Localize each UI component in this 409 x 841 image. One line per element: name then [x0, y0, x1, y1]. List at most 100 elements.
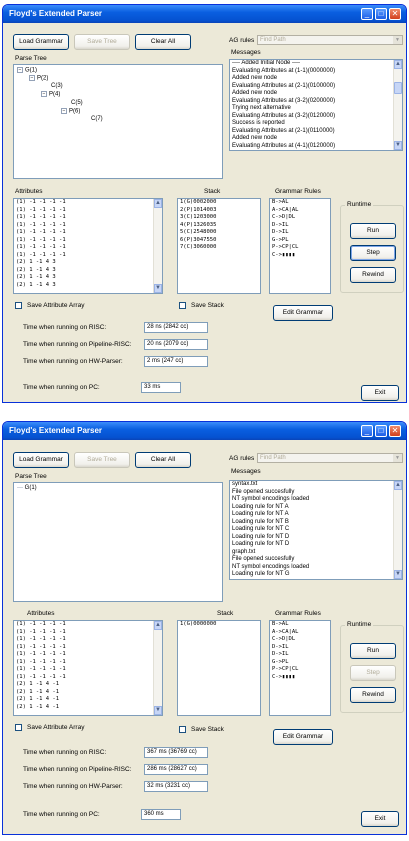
- grammar-rule: D->IL: [272, 229, 289, 235]
- scroll-up-icon[interactable]: ▲: [154, 621, 162, 630]
- messages-label: Messages: [231, 468, 261, 475]
- messages-list[interactable]: syntax.txt File opened succesfully NT sy…: [229, 480, 403, 580]
- scroll-up-icon[interactable]: ▲: [394, 481, 402, 490]
- maximize-icon[interactable]: □: [375, 425, 387, 437]
- collapse-icon[interactable]: −: [17, 67, 23, 73]
- tree-node[interactable]: C(7): [91, 116, 103, 122]
- collapse-icon[interactable]: −: [41, 91, 47, 97]
- attribute-row: (2) 1 -1 4 -1: [16, 703, 60, 710]
- run-button[interactable]: Run: [350, 643, 396, 659]
- attributes-list[interactable]: (1) -1 -1 -1 -1 (1) -1 -1 -1 -1 (1) -1 -…: [13, 620, 163, 716]
- scroll-down-icon[interactable]: ▼: [394, 570, 402, 579]
- tree-node[interactable]: − P(6): [61, 108, 80, 115]
- attributes-scrollbar[interactable]: ▲ ▼: [153, 621, 162, 715]
- clear-all-button[interactable]: Clear All: [135, 34, 191, 50]
- attributes-scrollbar[interactable]: ▲ ▼: [153, 199, 162, 293]
- save-stack-checkbox[interactable]: [179, 726, 186, 733]
- close-icon[interactable]: ✕: [389, 425, 401, 437]
- save-attribute-array-checkbox[interactable]: [15, 724, 22, 731]
- pipeline-time-label: Time when running on Pipeline-RISC:: [23, 341, 132, 348]
- grammar-rule: D->IL: [272, 643, 289, 650]
- message-line: ---- Added Initial Node ----: [232, 60, 301, 66]
- parse-tree-view[interactable]: — G(1): [13, 482, 223, 602]
- parse-tree-view[interactable]: − G(1) − P(2) C(3) − P(4) C(5) − P(6) C(7): [13, 64, 223, 179]
- attribute-row: (1) -1 -1 -1 -1: [16, 628, 66, 635]
- minimize-icon[interactable]: _: [361, 425, 373, 437]
- grammar-rules-list[interactable]: B->AL A->CA|AL C->D|DL D->IL D->IL G->PL…: [269, 198, 331, 294]
- parser-window-1: Floyd's Extended Parser _ □ ✕ Load Gramm…: [2, 4, 407, 403]
- attribute-row: (1) -1 -1 -1 -1: [16, 244, 66, 250]
- tree-node[interactable]: C(3): [51, 83, 63, 89]
- stack-list[interactable]: 1(G)0002000 2(P)1014003 3(C)1203000 4(P)…: [177, 198, 261, 294]
- grammar-rule: P->CP|CL: [272, 244, 299, 250]
- message-line: Loading rule for NT G: [232, 571, 290, 577]
- message-line: Loading rule for NT D: [232, 541, 290, 547]
- collapse-icon[interactable]: −: [61, 108, 67, 114]
- grammar-rule: G->PL: [272, 236, 289, 243]
- grammar-rule: C->D|DL: [272, 214, 296, 220]
- rewind-button[interactable]: Rewind: [350, 267, 396, 283]
- scroll-down-icon[interactable]: ▼: [154, 284, 162, 293]
- exit-button[interactable]: Exit: [361, 811, 399, 827]
- ag-rules-select[interactable]: Find Path ▼: [257, 35, 403, 45]
- maximize-icon[interactable]: □: [375, 8, 387, 20]
- scroll-down-icon[interactable]: ▼: [394, 141, 402, 150]
- attribute-row: (1) -1 -1 -1 -1: [16, 636, 66, 642]
- messages-list[interactable]: ---- Added Initial Node ---- Evaluating …: [229, 59, 403, 151]
- save-tree-button[interactable]: Save Tree: [74, 34, 130, 50]
- scroll-thumb[interactable]: [394, 82, 402, 94]
- attributes-list[interactable]: (1) -1 -1 -1 -1 (1) -1 -1 -1 -1 (1) -1 -…: [13, 198, 163, 294]
- message-line: Added new node: [232, 75, 278, 81]
- messages-scrollbar[interactable]: ▲ ▼: [393, 60, 402, 150]
- scroll-down-icon[interactable]: ▼: [154, 706, 162, 715]
- chevron-down-icon[interactable]: ▼: [393, 454, 402, 462]
- messages-scrollbar[interactable]: ▲ ▼: [393, 481, 402, 579]
- stack-list[interactable]: 1(G)0000000: [177, 620, 261, 716]
- save-attribute-array-checkbox[interactable]: [15, 302, 22, 309]
- ag-rules-value: Find Path: [260, 455, 286, 461]
- scroll-up-icon[interactable]: ▲: [154, 199, 162, 208]
- grammar-rules-list[interactable]: B->AL A->CA|AL C->D|DL D->IL D->IL G->PL…: [269, 620, 331, 716]
- edit-grammar-button[interactable]: Edit Grammar: [273, 729, 333, 745]
- load-grammar-button[interactable]: Load Grammar: [13, 452, 69, 468]
- save-stack-checkbox[interactable]: [179, 302, 186, 309]
- close-icon[interactable]: ✕: [389, 8, 401, 20]
- title-bar[interactable]: Floyd's Extended Parser: [3, 5, 406, 23]
- step-button[interactable]: Step: [350, 665, 396, 681]
- grammar-rule: A->CA|AL: [272, 206, 299, 213]
- save-tree-button[interactable]: Save Tree: [74, 452, 130, 468]
- attribute-row: (1) -1 -1 -1 -1: [16, 643, 66, 650]
- grammar-rule: D->IL: [272, 221, 289, 228]
- tree-line: —: [17, 485, 25, 491]
- scroll-up-icon[interactable]: ▲: [394, 60, 402, 69]
- exit-button[interactable]: Exit: [361, 385, 399, 401]
- title-bar[interactable]: Floyd's Extended Parser: [3, 422, 406, 440]
- stack-label: Stack: [204, 188, 221, 195]
- tree-node[interactable]: − G(1): [17, 67, 37, 74]
- message-line: Evaluating Attributes at (3-2)(0200000): [232, 97, 336, 104]
- clear-all-button[interactable]: Clear All: [135, 452, 191, 468]
- attribute-row: (2) 1 -1 4 3: [16, 259, 56, 265]
- ag-rules-select[interactable]: Find Path ▼: [257, 453, 403, 463]
- messages-label: Messages: [231, 49, 261, 56]
- runtime-label: Runtime: [345, 201, 374, 208]
- tree-node[interactable]: − P(4): [41, 91, 60, 98]
- rewind-button[interactable]: Rewind: [350, 687, 396, 703]
- edit-grammar-button[interactable]: Edit Grammar: [273, 305, 333, 321]
- runtime-label: Runtime: [345, 621, 374, 628]
- tree-node[interactable]: C(5): [71, 100, 83, 106]
- message-line: Success is reported: [232, 120, 285, 126]
- tree-node[interactable]: − P(2): [29, 75, 48, 82]
- run-button[interactable]: Run: [350, 223, 396, 239]
- window-title: Floyd's Extended Parser: [9, 9, 103, 18]
- minimize-icon[interactable]: _: [361, 8, 373, 20]
- parser-window-2: Floyd's Extended Parser _ □ ✕ Load Gramm…: [2, 421, 407, 835]
- step-button[interactable]: Step: [350, 245, 396, 261]
- tree-node[interactable]: — G(1): [17, 485, 37, 491]
- window-title: Floyd's Extended Parser: [9, 426, 103, 435]
- attribute-row: (1) -1 -1 -1 -1: [16, 229, 66, 235]
- collapse-icon[interactable]: −: [29, 75, 35, 81]
- load-grammar-button[interactable]: Load Grammar: [13, 34, 69, 50]
- chevron-down-icon[interactable]: ▼: [393, 36, 402, 44]
- attribute-row: (1) -1 -1 -1 -1: [16, 673, 66, 680]
